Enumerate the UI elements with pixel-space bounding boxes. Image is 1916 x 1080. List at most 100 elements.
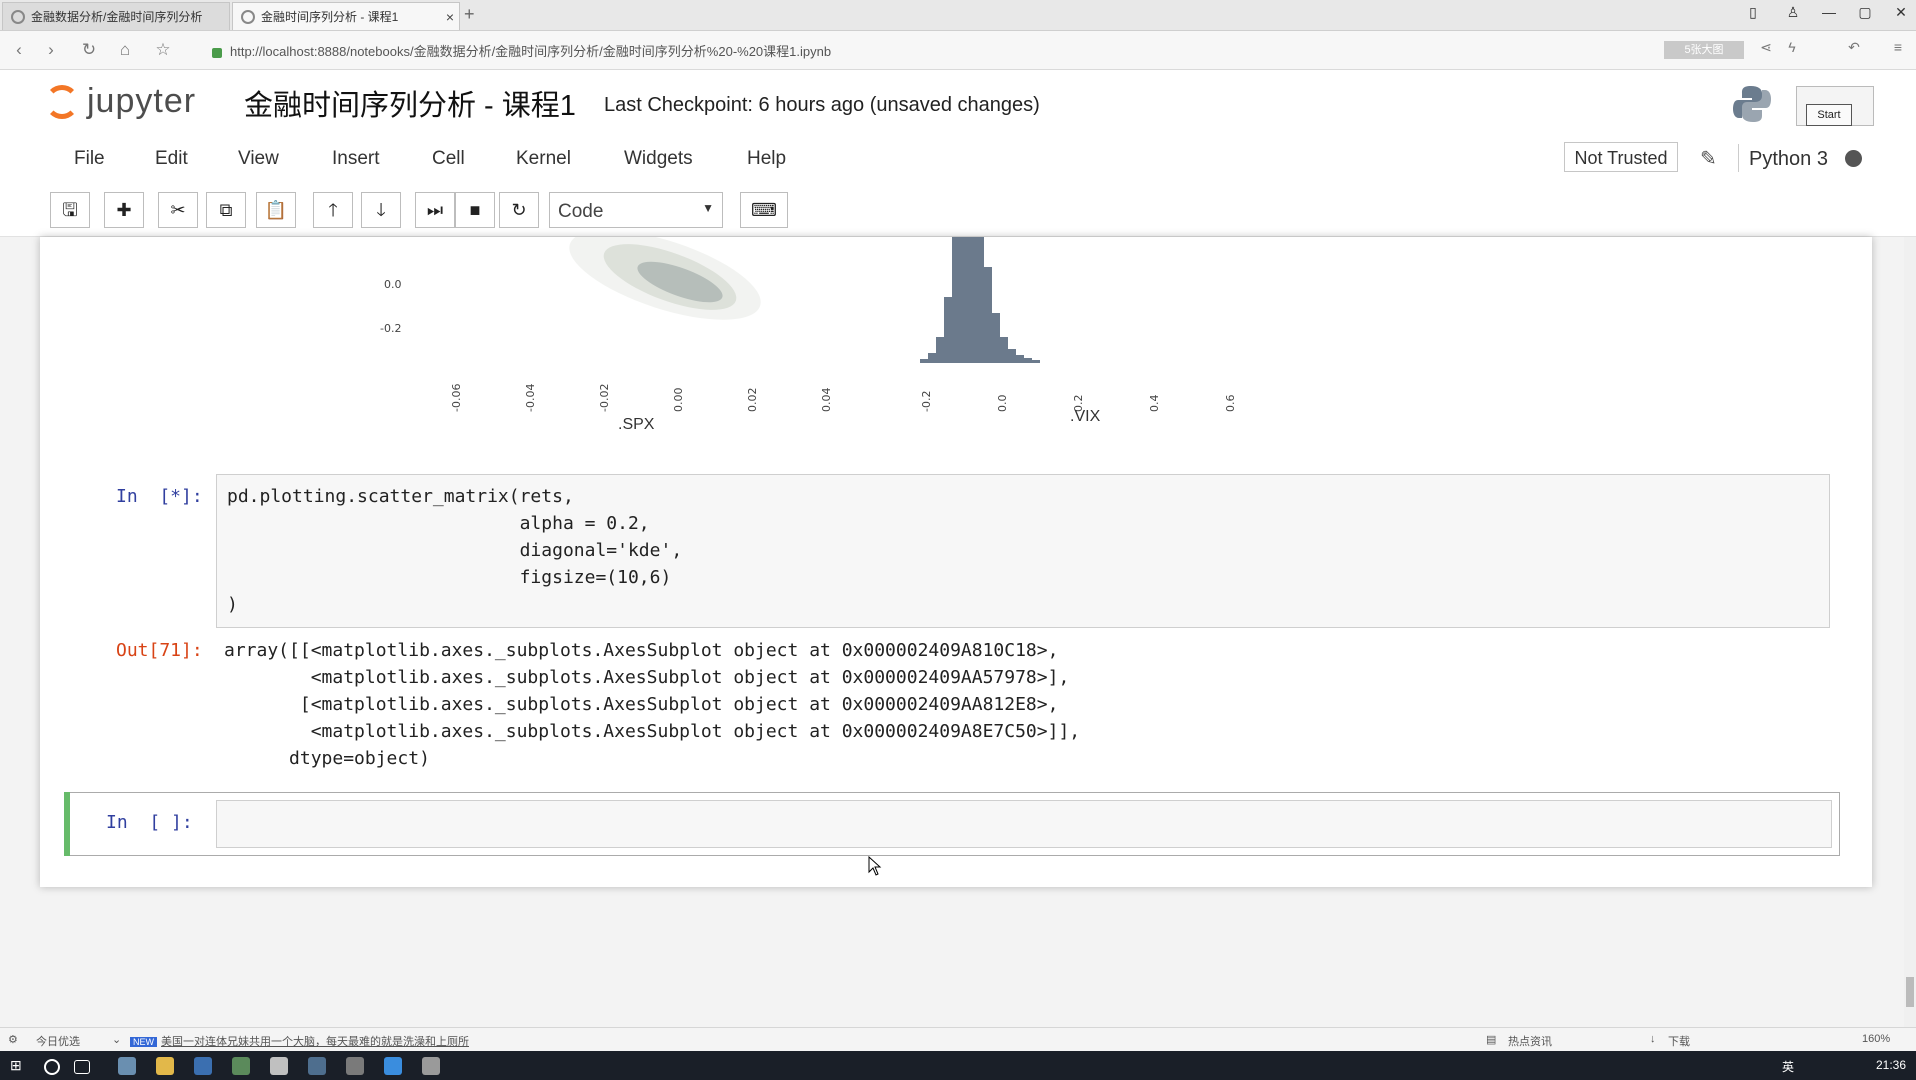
- address-badge[interactable]: 5张大图: [1664, 41, 1744, 59]
- page-scrollbar[interactable]: [1904, 237, 1916, 1027]
- news-badge: NEW: [130, 1037, 157, 1047]
- menu-view[interactable]: View: [238, 148, 279, 170]
- back-icon[interactable]: ‹: [8, 39, 30, 61]
- menu-edit[interactable]: Edit: [155, 148, 188, 170]
- chevron-down-icon[interactable]: ⌄: [112, 1033, 121, 1046]
- move-up-button[interactable]: 🡑: [313, 192, 353, 228]
- x-axis-label-spx: .SPX: [618, 416, 655, 433]
- x-tick-label: -0.06: [450, 383, 463, 412]
- share-icon[interactable]: ⋖: [1756, 39, 1776, 56]
- x-tick-label: 0.6: [1224, 394, 1237, 413]
- close-window-button[interactable]: ✕: [1890, 4, 1912, 21]
- new-tab-button[interactable]: +: [464, 4, 475, 25]
- menu-insert[interactable]: Insert: [332, 148, 380, 170]
- minimize-button[interactable]: —: [1818, 4, 1840, 20]
- restart-icon: ↻: [511, 200, 527, 220]
- x-axis-label-vix: .VIX: [1070, 408, 1101, 425]
- move-down-button[interactable]: 🡓: [361, 192, 401, 228]
- zoom-level[interactable]: 160%: [1862, 1033, 1890, 1045]
- menu-cell[interactable]: Cell: [432, 148, 465, 170]
- x-tick-label: -0.2: [920, 390, 933, 412]
- editor-app-icon[interactable]: [194, 1057, 212, 1075]
- copy-button[interactable]: ⧉: [206, 192, 246, 228]
- tab-list-icon[interactable]: ▯: [1742, 4, 1764, 21]
- gear-icon[interactable]: ⚙: [8, 1033, 18, 1046]
- menu-help[interactable]: Help: [747, 148, 786, 170]
- keyboard-icon: ⌨: [751, 200, 777, 220]
- paste-button[interactable]: 📋: [256, 192, 296, 228]
- cell-type-select[interactable]: Code ▼: [549, 192, 723, 228]
- address-bar: ‹ › ↻ ⌂ ☆ http://localhost:8888/notebook…: [0, 31, 1916, 70]
- menu-file[interactable]: File: [74, 148, 105, 170]
- app-icon[interactable]: [422, 1057, 440, 1075]
- news-item[interactable]: NEW 美国一对连体兄妹共用一个大脑，每天最难的就是洗澡和上厕所: [130, 1033, 469, 1049]
- browser-tab-bar: 金融数据分析/金融时间序列分析 金融时间序列分析 - 课程1 × + ▯ ♙ —…: [0, 0, 1916, 31]
- run-button[interactable]: ⏭: [415, 192, 455, 228]
- tab-label: 金融时间序列分析 - 课程1: [261, 10, 399, 24]
- tab-label: 金融数据分析/金融时间序列分析: [31, 10, 203, 24]
- page-icon: [241, 9, 255, 24]
- code-cell-input[interactable]: pd.plotting.scatter_matrix(rets, alpha =…: [216, 474, 1830, 628]
- daily-picks-label[interactable]: 今日优选: [36, 1033, 80, 1049]
- run-icon: ⏭: [426, 200, 444, 220]
- x-tick-label: -0.02: [598, 383, 611, 412]
- windows-taskbar: ⊞ 英 21:36: [0, 1051, 1916, 1080]
- insert-cell-button[interactable]: ✚: [104, 192, 144, 228]
- interrupt-button[interactable]: ■: [455, 192, 495, 228]
- lightning-icon[interactable]: ϟ: [1782, 39, 1802, 55]
- notebook-title[interactable]: 金融时间序列分析 - 课程1: [244, 82, 576, 124]
- browser-tab[interactable]: 金融数据分析/金融时间序列分析: [2, 2, 230, 30]
- maximize-button[interactable]: ▢: [1854, 4, 1876, 21]
- windows-start-icon[interactable]: ⊞: [10, 1057, 28, 1075]
- not-trusted-button[interactable]: Not Trusted: [1564, 142, 1678, 172]
- arrow-down-icon: 🡓: [376, 200, 386, 220]
- y-tick-label: -0.2: [380, 322, 402, 335]
- mouse-cursor-icon: [868, 856, 882, 876]
- empty-code-input[interactable]: [216, 800, 1832, 848]
- notebook-toolbar: 🖫 ✚ ✂ ⧉ 📋 🡑 🡓 ⏭ ■ ↻ Code ▼ ⌨: [0, 184, 1916, 237]
- save-icon: 🖫: [62, 200, 78, 220]
- news-icon[interactable]: ▤: [1486, 1033, 1496, 1046]
- url-field[interactable]: http://localhost:8888/notebooks/金融数据分析/金…: [212, 41, 831, 60]
- close-tab-icon[interactable]: ×: [441, 9, 459, 25]
- cut-button[interactable]: ✂: [158, 192, 198, 228]
- browser-app-icon[interactable]: [118, 1057, 136, 1075]
- download-icon[interactable]: ↓: [1650, 1033, 1656, 1045]
- scatter-points: [569, 237, 761, 320]
- menu-kernel[interactable]: Kernel: [516, 148, 571, 170]
- browser-tab-active[interactable]: 金融时间序列分析 - 课程1 ×: [232, 2, 460, 30]
- save-button[interactable]: 🖫: [50, 192, 90, 228]
- download-label[interactable]: 下载: [1668, 1033, 1690, 1049]
- input-method-indicator[interactable]: 英: [1782, 1058, 1794, 1075]
- app-icon[interactable]: [270, 1057, 288, 1075]
- news-text: 美国一对连体兄妹共用一个大脑，每天最难的就是洗澡和上厕所: [161, 1036, 469, 1048]
- edit-pencil-icon[interactable]: ✎: [1700, 146, 1717, 171]
- app-icon[interactable]: [384, 1057, 402, 1075]
- chevron-down-icon: ▼: [702, 201, 714, 215]
- app-icon[interactable]: [308, 1057, 326, 1075]
- scroll-thumb[interactable]: [1906, 977, 1914, 1007]
- bookmark-star-icon[interactable]: ☆: [152, 39, 174, 61]
- menu-icon[interactable]: ≡: [1888, 39, 1908, 55]
- app-icon[interactable]: [346, 1057, 364, 1075]
- search-icon[interactable]: [44, 1059, 60, 1075]
- system-clock[interactable]: 21:36: [1876, 1058, 1906, 1072]
- reload-icon[interactable]: ↻: [78, 39, 100, 61]
- menu-widgets[interactable]: Widgets: [624, 148, 693, 170]
- task-view-icon[interactable]: [74, 1060, 90, 1074]
- restart-button[interactable]: ↻: [499, 192, 539, 228]
- x-tick-label: 0.04: [820, 387, 833, 413]
- x-tick-label: 0.4: [1148, 394, 1161, 413]
- paste-icon: 📋: [264, 200, 288, 220]
- undo-icon[interactable]: ↶: [1844, 39, 1864, 56]
- home-icon[interactable]: ⌂: [114, 39, 136, 61]
- cut-icon: ✂: [170, 200, 186, 220]
- shirt-icon[interactable]: ♙: [1782, 4, 1804, 21]
- shield-app-icon[interactable]: [232, 1057, 250, 1075]
- forward-icon[interactable]: ›: [40, 39, 62, 61]
- command-palette-button[interactable]: ⌨: [740, 192, 788, 228]
- hot-news-label[interactable]: 热点资讯: [1508, 1033, 1552, 1049]
- code-text: pd.plotting.scatter_matrix(rets, alpha =…: [227, 486, 683, 615]
- jupyter-logo[interactable]: jupyter: [45, 82, 196, 121]
- folder-app-icon[interactable]: [156, 1057, 174, 1075]
